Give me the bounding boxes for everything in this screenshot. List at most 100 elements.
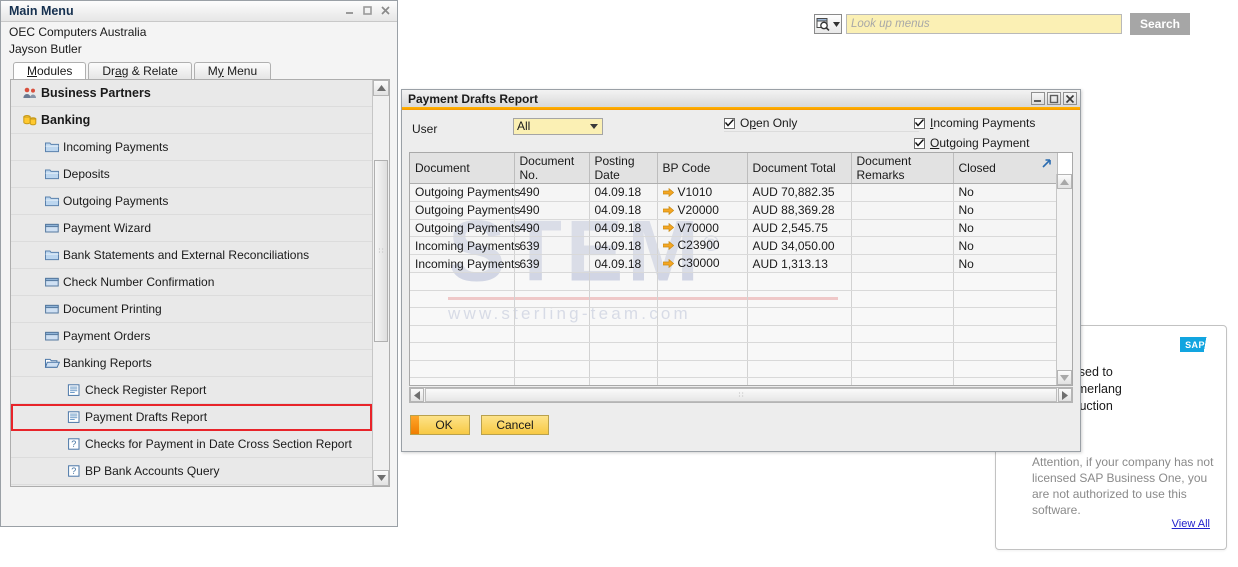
cancel-button[interactable]: Cancel [481, 415, 549, 435]
cell-empty [657, 325, 748, 344]
scroll-up-icon[interactable] [373, 80, 389, 96]
cell-empty [953, 272, 1058, 291]
view-all-link[interactable]: View All [1172, 518, 1210, 530]
dialog-title: Payment Drafts Report [408, 92, 539, 106]
table-row[interactable]: Incoming Payments 639 04.09.18 C23900 AUD 34… [410, 236, 1058, 256]
license-attention-note: Attention, if your company has not licen… [1032, 455, 1214, 517]
table-scroll-down-icon[interactable] [1057, 370, 1072, 385]
folder-icon [41, 194, 63, 208]
sidebar-item[interactable]: Check Register Report [11, 377, 372, 404]
link-arrow-icon[interactable] [662, 221, 674, 235]
cell-document-remarks [851, 236, 954, 256]
cell-document-remarks [851, 254, 954, 274]
checkbox-incoming-payments[interactable]: Incoming Payments [914, 116, 1035, 130]
close-icon[interactable] [378, 3, 393, 17]
hscroll-thumb[interactable]: ∷ [425, 388, 1057, 402]
cell-document-total: AUD 70,882.35 [747, 183, 852, 202]
table-vertical-scrollbar[interactable] [1056, 174, 1072, 385]
dialog-maximize-icon[interactable] [1047, 92, 1061, 105]
table-scroll-up-icon[interactable] [1057, 174, 1072, 189]
table-row[interactable]: Outgoing Payments 490 04.09.18 V70000 AUD 2,… [410, 219, 1058, 238]
sidebar-item-label: BP Bank Accounts Query [85, 464, 220, 478]
tab-drag-relate[interactable]: Drag & Relate [88, 62, 192, 80]
sidebar-item[interactable]: Document Printing [11, 296, 372, 323]
scroll-down-icon[interactable] [373, 470, 389, 486]
column-header[interactable]: Posting Date [589, 153, 658, 184]
checkbox-box[interactable] [724, 117, 735, 129]
sidebar-item[interactable]: Outgoing Payments [11, 188, 372, 215]
sidebar-item[interactable]: ? Checks for Payment in Date Cross Sectio… [11, 431, 372, 458]
sidebar-item[interactable]: Business Partners [11, 80, 372, 107]
cell-empty [514, 290, 590, 309]
sidebar-item[interactable]: Payment Orders [11, 323, 372, 350]
cell-empty [410, 290, 515, 309]
cell-document-no: 490 [514, 183, 590, 202]
dialog-close-icon[interactable] [1063, 92, 1077, 105]
chevron-down-icon[interactable] [586, 120, 601, 133]
table-row-empty[interactable] [410, 272, 1058, 291]
sidebar-item-label: Check Register Report [85, 383, 207, 397]
link-arrow-icon[interactable] [662, 204, 674, 218]
column-header[interactable]: Document [410, 153, 515, 184]
checkbox-outgoing-payment[interactable]: Outgoing Payment [914, 136, 1029, 150]
sidebar-item[interactable]: Deposits [11, 161, 372, 188]
table-row-empty[interactable] [410, 290, 1058, 309]
table-row-empty[interactable] [410, 307, 1058, 326]
checkbox-open-only[interactable]: Open Only [724, 116, 797, 130]
sidebar-item-payment-drafts-report[interactable]: Payment Drafts Report [11, 404, 372, 431]
table-row-empty[interactable] [410, 377, 1058, 385]
tab-modules[interactable]: Modules [13, 62, 87, 80]
table-row-empty[interactable] [410, 342, 1058, 361]
cell-document-remarks [851, 183, 954, 202]
modules-list: Business Partners Banking Incoming Payment… [10, 79, 390, 487]
link-arrow-icon[interactable] [662, 186, 674, 200]
minimize-icon[interactable] [342, 3, 357, 17]
sidebar-scroll-thumb[interactable]: ∷ [374, 160, 388, 342]
sidebar-item[interactable]: ? BP Bank Accounts Query [11, 458, 372, 485]
table-row[interactable]: Outgoing Payments 490 04.09.18 V1010 AUD 70,… [410, 183, 1058, 202]
cell-document-remarks [851, 201, 954, 220]
cell-document-total: AUD 34,050.00 [747, 236, 852, 256]
column-header[interactable]: BP Code [657, 153, 748, 184]
table-horizontal-scrollbar[interactable]: ∷ [409, 387, 1073, 403]
table-row[interactable]: Outgoing Payments 490 04.09.18 V20000 AUD 88… [410, 201, 1058, 220]
table-row-empty[interactable] [410, 325, 1058, 344]
dialog-minimize-icon[interactable] [1031, 92, 1045, 105]
ok-button[interactable]: OK [410, 415, 470, 435]
column-header[interactable]: Document No. [514, 153, 590, 184]
menu-lookup-icon[interactable] [814, 14, 842, 34]
search-input[interactable] [846, 14, 1122, 34]
link-arrow-icon[interactable] [662, 257, 674, 271]
user-select-value: All [517, 119, 531, 133]
table-body: Outgoing Payments 490 04.09.18 V1010 AUD 70,… [410, 183, 1058, 385]
sidebar-scrollbar[interactable]: ∷ [372, 80, 389, 486]
column-header[interactable]: Document Remarks [851, 153, 954, 184]
cell-document: Outgoing Payments [410, 201, 520, 220]
sidebar-item[interactable]: Banking [11, 107, 372, 134]
sidebar-item[interactable]: Payment Wizard [11, 215, 372, 242]
expand-grid-icon[interactable] [1039, 156, 1053, 170]
cell-empty [589, 272, 658, 291]
sidebar-item[interactable]: Bank Statements and External Reconciliat… [11, 242, 372, 269]
sidebar-item[interactable]: Incoming Payments [11, 134, 372, 161]
tab-my-menu[interactable]: My Menu [193, 62, 272, 80]
cell-empty [589, 325, 658, 344]
cell-empty [589, 377, 658, 385]
payment-drafts-report-dialog: Payment Drafts Report User All Open Only… [401, 89, 1081, 452]
search-button[interactable]: Search [1130, 13, 1190, 35]
cell-empty [514, 272, 590, 291]
maximize-icon[interactable] [360, 3, 375, 17]
cell-empty [514, 325, 590, 344]
link-arrow-icon[interactable] [662, 239, 674, 253]
table-row[interactable]: Incoming Payments 639 04.09.18 C30000 AUD 1,… [410, 254, 1058, 274]
cell-document-no: 639 [514, 236, 590, 256]
user-select[interactable]: All [513, 118, 603, 135]
hscroll-left-icon[interactable] [410, 388, 424, 402]
table-row-empty[interactable] [410, 360, 1058, 379]
checkbox-box[interactable] [914, 117, 925, 129]
hscroll-right-icon[interactable] [1058, 388, 1072, 402]
checkbox-box[interactable] [914, 137, 925, 149]
sidebar-item[interactable]: Check Number Confirmation [11, 269, 372, 296]
column-header[interactable]: Document Total [747, 153, 852, 184]
sidebar-item[interactable]: Banking Reports [11, 350, 372, 377]
